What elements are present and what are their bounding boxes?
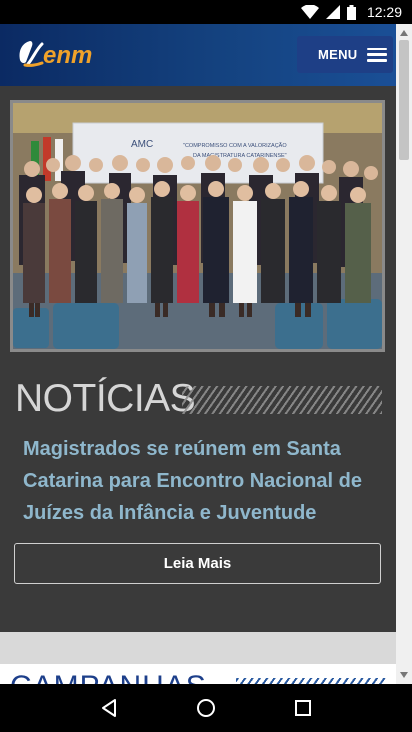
status-icons: 12:29 [300,0,402,24]
heading-stripe-decoration [182,386,382,414]
banner-amc: AMC [131,139,153,150]
menu-label: MENU [318,47,358,62]
menu-button[interactable]: MENU [297,36,393,73]
news-heading-text: NOTÍCIAS [15,377,196,420]
home-button[interactable] [186,688,226,728]
group-photo-illustration: AMC "COMPROMISSO COM A VALORIZAÇÃO DA MA… [13,103,382,349]
recents-square-icon [295,700,312,716]
read-more-button[interactable]: Leia Mais [14,543,381,584]
scroll-down-arrow-icon[interactable] [400,672,408,678]
scroll-thumb[interactable] [399,40,409,160]
logo-text: enm [43,42,92,69]
signal-icon [325,5,340,19]
scroll-up-arrow-icon[interactable] [400,30,408,36]
wifi-icon [300,5,319,19]
campaigns-heading: CAMPANHAS [10,672,207,685]
news-photo[interactable]: AMC "COMPROMISSO COM A VALORIZAÇÃO DA MA… [10,100,385,352]
banner-line2: "COMPROMISSO COM A VALORIZAÇÃO [183,142,287,149]
back-triangle-icon [101,699,116,717]
site-header: enm MENU [0,24,396,86]
phone-screen: 12:29 enm MENU AMC "COMPROMISSO COM A VA… [0,0,412,732]
section-divider [0,632,396,664]
news-headline-link[interactable]: Magistrados se reúnem em Santa Catarina … [23,433,368,529]
page-scrollbar[interactable] [396,24,412,684]
hamburger-icon [367,47,388,62]
back-button[interactable] [89,688,129,728]
status-bar: 12:29 [0,0,412,24]
battery-icon [346,4,356,20]
status-time: 12:29 [366,4,402,20]
campaigns-section: CAMPANHAS [0,664,396,684]
android-nav-bar [0,684,412,732]
enm-logo[interactable]: enm [16,36,116,70]
home-circle-icon [196,699,215,717]
recents-button[interactable] [283,688,323,728]
news-section: AMC "COMPROMISSO COM A VALORIZAÇÃO DA MA… [0,86,396,632]
news-heading: NOTÍCIAS [15,376,196,422]
